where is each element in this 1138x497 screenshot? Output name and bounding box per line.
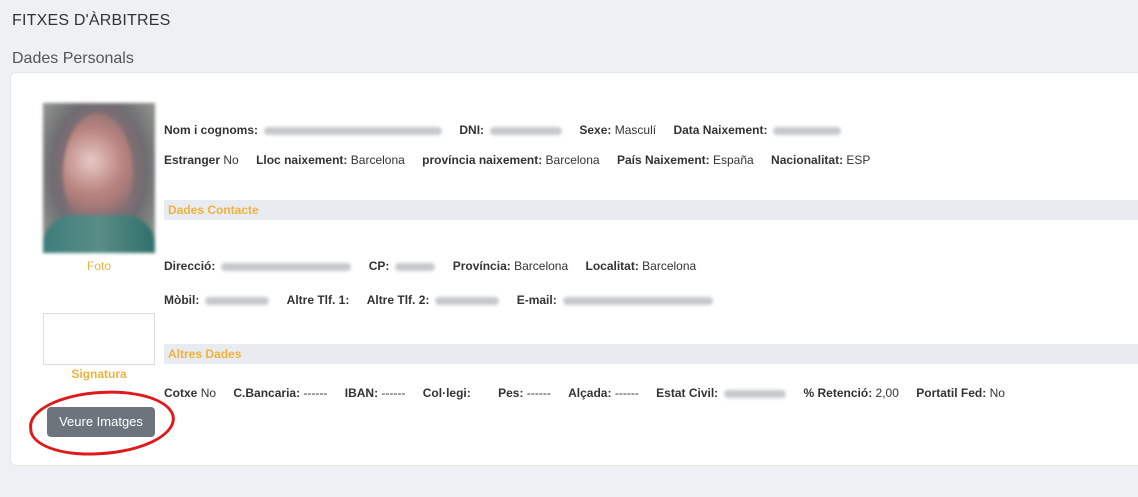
birthdate-label: Data Naixement: <box>673 123 768 137</box>
height-value: ------ <box>614 386 639 400</box>
dni-value-redacted <box>490 126 563 135</box>
mobile-value-redacted <box>205 296 270 305</box>
portable-value: No <box>989 386 1005 400</box>
personal-data-card: Foto Signatura Veure Imatges Nom i cogno… <box>10 72 1138 466</box>
address-label: Direcció: <box>164 259 216 273</box>
iban-label: IBAN: <box>344 386 379 400</box>
section-title: Dades Personals <box>12 50 134 67</box>
phone2-label: Altre Tlf. 2: <box>366 293 430 307</box>
contact-heading: Dades Contacte <box>168 203 259 217</box>
sexe-value: Masculí <box>614 123 657 137</box>
contact-row-2: Mòbil: Altre Tlf. 1: Altre Tlf. 2: E-mai… <box>164 293 727 307</box>
mobile-label: Mòbil: <box>164 293 200 307</box>
civil-value-redacted <box>724 389 787 398</box>
civil-label: Estat Civil: <box>656 386 719 400</box>
signature-label: Signatura <box>71 367 127 381</box>
province-value: Barcelona <box>514 259 569 273</box>
cp-value-redacted <box>395 262 436 271</box>
birthdate-value-redacted <box>773 126 842 135</box>
weight-label: Pes: <box>498 386 524 400</box>
nationality-label: Nacionalitat: <box>771 153 844 167</box>
birthprov-value: Barcelona <box>545 153 600 167</box>
phone1-label: Altre Tlf. 1: <box>286 293 350 307</box>
retention-label: % Retenció: <box>803 386 873 400</box>
foreign-value: No <box>223 153 239 167</box>
signature-box <box>43 313 155 365</box>
email-value-redacted <box>562 296 713 305</box>
cp-label: CP: <box>368 259 390 273</box>
birthprov-label: província naixement: <box>422 153 543 167</box>
email-label: E-mail: <box>516 293 557 307</box>
personal-row-2: Estranger No Lloc naixement: Barcelona p… <box>164 153 884 167</box>
locality-label: Localitat: <box>585 259 639 273</box>
college-label: Col·legi: <box>422 386 471 400</box>
bank-value: ------ <box>303 386 328 400</box>
phone2-value-redacted <box>435 296 500 305</box>
bank-label: C.Bancaria: <box>233 386 301 400</box>
weight-value: ------ <box>526 386 551 400</box>
birthcountry-value: España <box>713 153 754 167</box>
dni-label: DNI: <box>459 123 485 137</box>
personal-row-1: Nom i cognoms: DNI: Sexe: Masculí Data N… <box>164 123 855 137</box>
portable-label: Portatil Fed: <box>916 386 987 400</box>
photo-label: Foto <box>86 259 111 273</box>
red-highlight-circle <box>27 387 177 459</box>
birthcountry-label: País Naixement: <box>616 153 710 167</box>
name-value-redacted <box>264 126 443 135</box>
referee-photo <box>43 103 155 253</box>
contact-heading-band: Dades Contacte <box>164 200 1138 220</box>
birthplace-label: Lloc naixement: <box>256 153 348 167</box>
sexe-label: Sexe: <box>579 123 612 137</box>
iban-value: ------ <box>381 386 406 400</box>
contact-row-1: Direcció: CP: Província: Barcelona Local… <box>164 259 710 273</box>
retention-value: 2,00 <box>875 386 899 400</box>
car-label: Cotxe <box>164 386 198 400</box>
other-heading-band: Altres Dades <box>164 344 1138 364</box>
address-value-redacted <box>221 262 352 271</box>
province-label: Província: <box>452 259 511 273</box>
foreign-label: Estranger <box>164 153 221 167</box>
other-heading: Altres Dades <box>168 347 242 361</box>
birthplace-value: Barcelona <box>350 153 405 167</box>
height-label: Alçada: <box>568 386 612 400</box>
nationality-value: ESP <box>846 153 871 167</box>
other-row: Cotxe No C.Bancaria: ------ IBAN: ------… <box>164 386 1019 400</box>
page-title: FITXES D'ÀRBITRES <box>12 12 171 29</box>
locality-value: Barcelona <box>642 259 697 273</box>
car-value: No <box>200 386 217 400</box>
name-label: Nom i cognoms: <box>164 123 259 137</box>
